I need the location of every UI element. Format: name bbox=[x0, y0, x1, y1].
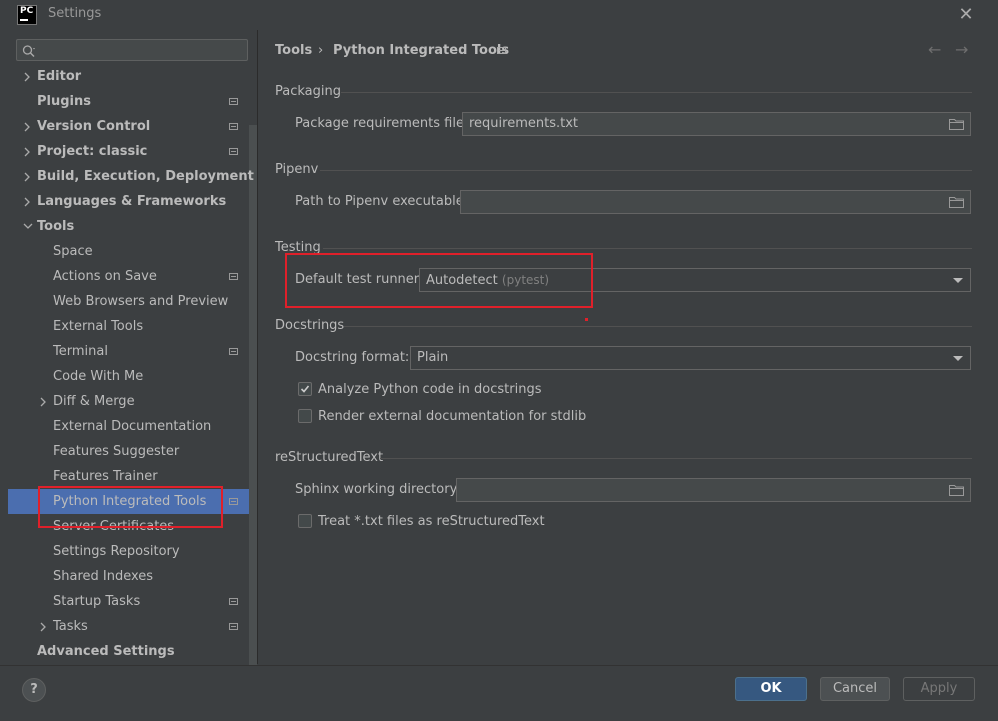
sidebar-item-tools[interactable]: Tools bbox=[37, 214, 74, 239]
sphinx-dir-field[interactable] bbox=[456, 478, 971, 502]
cancel-button[interactable]: Cancel bbox=[820, 677, 890, 701]
project-scope-icon bbox=[229, 598, 238, 605]
chevron-right-icon[interactable] bbox=[23, 139, 35, 164]
section-divider bbox=[341, 92, 972, 93]
sidebar-item-diff-merge[interactable]: Diff & Merge bbox=[53, 389, 135, 414]
docstring-format-label: Docstring format: bbox=[295, 350, 410, 365]
section-divider bbox=[344, 326, 972, 327]
breadcrumb-separator: › bbox=[318, 43, 324, 58]
sidebar-item-languages-frameworks[interactable]: Languages & Frameworks bbox=[37, 189, 226, 214]
render-docs-checkbox[interactable] bbox=[298, 409, 312, 423]
sidebar-item-advanced-settings[interactable]: Advanced Settings bbox=[37, 639, 175, 664]
treat-txt-label[interactable]: Treat *.txt files as reStructuredText bbox=[318, 514, 545, 529]
requirements-label: Package requirements file: bbox=[295, 116, 469, 131]
chevron-down-icon[interactable] bbox=[23, 214, 35, 239]
folder-icon[interactable] bbox=[949, 118, 964, 130]
project-scope-icon bbox=[229, 123, 238, 130]
project-scope-icon bbox=[229, 498, 238, 505]
chevron-right-icon[interactable] bbox=[39, 389, 51, 414]
folder-icon[interactable] bbox=[949, 196, 964, 208]
project-scope-icon bbox=[229, 273, 238, 280]
help-button[interactable]: ? bbox=[22, 678, 46, 702]
section-divider bbox=[380, 458, 972, 459]
sidebar-item-settings-repository[interactable]: Settings Repository bbox=[53, 539, 180, 564]
sphinx-dir-label: Sphinx working directory: bbox=[295, 482, 461, 497]
red-dot-marker bbox=[585, 318, 588, 321]
chevron-right-icon[interactable] bbox=[39, 614, 51, 639]
app-logo-icon: PC bbox=[17, 5, 37, 25]
project-scope-icon bbox=[497, 47, 506, 54]
highlight-box-test-runner bbox=[285, 253, 593, 308]
analyze-code-label[interactable]: Analyze Python code in docstrings bbox=[318, 382, 541, 397]
sidebar-item-project-classic[interactable]: Project: classic bbox=[37, 139, 147, 164]
forward-arrow-icon[interactable]: → bbox=[955, 40, 968, 59]
sidebar-item-external-documentation[interactable]: External Documentation bbox=[53, 414, 211, 439]
sidebar-scrollbar[interactable] bbox=[249, 125, 257, 665]
render-docs-label[interactable]: Render external documentation for stdlib bbox=[318, 409, 586, 424]
analyze-code-checkbox[interactable] bbox=[298, 382, 312, 396]
section-pipenv-title: Pipenv bbox=[275, 162, 319, 177]
section-divider bbox=[323, 248, 972, 249]
title-bar: PC Settings ✕ bbox=[0, 0, 998, 30]
section-rst-title: reStructuredText bbox=[275, 450, 384, 465]
section-divider bbox=[320, 170, 972, 171]
chevron-down-icon bbox=[953, 278, 963, 283]
sidebar-item-startup-tasks[interactable]: Startup Tasks bbox=[53, 589, 140, 614]
sidebar-item-build-execution-deployment[interactable]: Build, Execution, Deployment bbox=[37, 164, 254, 189]
back-arrow-icon[interactable]: ← bbox=[928, 40, 941, 59]
requirements-field[interactable]: requirements.txt bbox=[462, 112, 971, 136]
project-scope-icon bbox=[229, 348, 238, 355]
sidebar-item-plugins[interactable]: Plugins bbox=[37, 89, 91, 114]
chevron-right-icon[interactable] bbox=[23, 164, 35, 189]
highlight-box-selected-item bbox=[38, 486, 223, 528]
project-scope-icon bbox=[229, 98, 238, 105]
page-title: Python Integrated Tools bbox=[333, 43, 510, 58]
sidebar-item-shared-indexes[interactable]: Shared Indexes bbox=[53, 564, 153, 589]
sidebar-item-space[interactable]: Space bbox=[53, 239, 93, 264]
requirements-value: requirements.txt bbox=[469, 116, 579, 131]
docstring-format-dropdown[interactable]: Plain bbox=[410, 346, 971, 370]
chevron-right-icon[interactable] bbox=[23, 114, 35, 139]
sidebar-item-version-control[interactable]: Version Control bbox=[37, 114, 150, 139]
chevron-right-icon[interactable] bbox=[23, 64, 35, 89]
apply-button[interactable]: Apply bbox=[903, 677, 975, 701]
sidebar-item-code-with-me[interactable]: Code With Me bbox=[53, 364, 143, 389]
sidebar-item-terminal[interactable]: Terminal bbox=[53, 339, 108, 364]
window-title: Settings bbox=[48, 6, 102, 21]
ok-button[interactable]: OK bbox=[735, 677, 807, 701]
project-scope-icon bbox=[229, 623, 238, 630]
sidebar-item-external-tools[interactable]: External Tools bbox=[53, 314, 143, 339]
chevron-down-icon bbox=[953, 356, 963, 361]
project-scope-icon bbox=[229, 148, 238, 155]
section-packaging-title: Packaging bbox=[275, 84, 341, 99]
close-icon[interactable]: ✕ bbox=[954, 3, 978, 27]
checkmark-icon bbox=[300, 385, 310, 393]
pipenv-path-field[interactable] bbox=[460, 190, 971, 214]
sidebar-item-actions-on-save[interactable]: Actions on Save bbox=[53, 264, 157, 289]
search-icon bbox=[22, 45, 35, 57]
search-input[interactable] bbox=[16, 39, 248, 61]
sidebar-item-web-browsers-and-preview[interactable]: Web Browsers and Preview bbox=[53, 289, 228, 314]
section-docstrings-title: Docstrings bbox=[275, 318, 345, 333]
chevron-right-icon[interactable] bbox=[23, 189, 35, 214]
treat-txt-checkbox[interactable] bbox=[298, 514, 312, 528]
breadcrumb-parent[interactable]: Tools bbox=[275, 43, 312, 58]
sidebar-item-tasks[interactable]: Tasks bbox=[53, 614, 88, 639]
docstring-format-value: Plain bbox=[417, 350, 449, 365]
pipenv-path-label: Path to Pipenv executable: bbox=[295, 194, 469, 209]
sidebar-item-features-suggester[interactable]: Features Suggester bbox=[53, 439, 179, 464]
folder-icon[interactable] bbox=[949, 484, 964, 496]
